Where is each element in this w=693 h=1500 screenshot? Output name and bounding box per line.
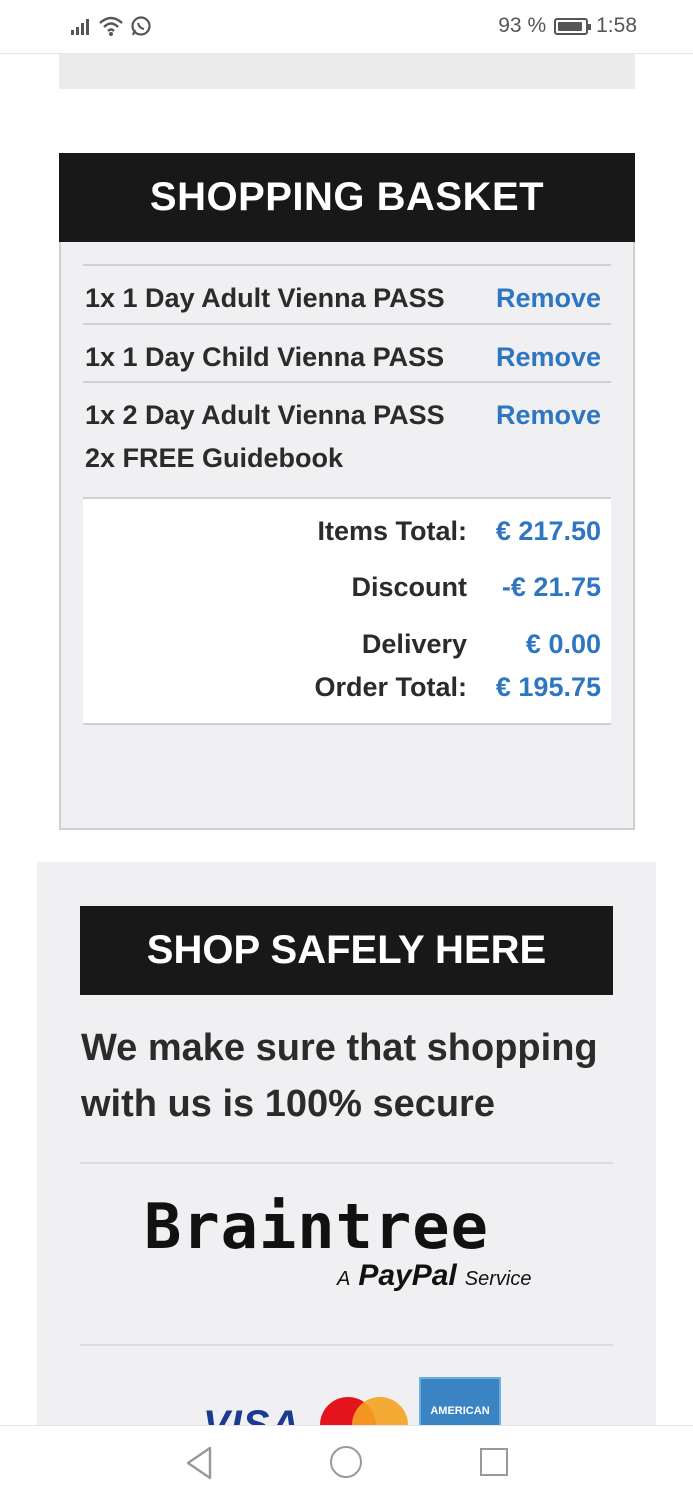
delivery-label: Delivery (361, 629, 467, 659)
paypal-a: A (337, 1268, 351, 1290)
basket-item: 1x 1 Day Child Vienna PASS Remove (83, 323, 611, 381)
paypal-logo: PayPal (358, 1259, 457, 1292)
status-icons-right: 93 % 1:58 (498, 14, 637, 38)
order-totals: Items Total: € 217.50 Discount -€ 21.75 … (83, 497, 611, 725)
signal-icon (71, 19, 89, 35)
mastercard-logo (320, 1397, 410, 1427)
payment-cards: VISA AMERICAN (203, 1377, 503, 1427)
remove-link[interactable]: Remove (496, 342, 601, 373)
basket-title: SHOPPING BASKET (59, 153, 635, 242)
remove-link[interactable]: Remove (496, 400, 601, 431)
top-grey-strip (59, 54, 635, 89)
basket-item-label: 1x 1 Day Adult Vienna PASS (85, 283, 445, 313)
order-total-row: Order Total: € 195.75 (314, 672, 601, 703)
battery-icon (554, 17, 592, 35)
paypal-service: Service (464, 1268, 532, 1290)
amex-logo: AMERICAN (419, 1377, 501, 1427)
braintree-logo: Braintree (144, 1190, 489, 1263)
recent-apps-icon[interactable] (480, 1448, 508, 1476)
android-nav-bar (0, 1425, 693, 1500)
items-total-value: € 217.50 (495, 516, 601, 546)
discount-row: Discount -€ 21.75 (351, 572, 601, 603)
items-total-label: Items Total: (317, 516, 467, 546)
discount-label: Discount (351, 572, 467, 602)
basket-item: 1x 2 Day Adult Vienna PASS Remove 2x FRE… (83, 381, 611, 496)
order-total-value: € 195.75 (495, 672, 601, 702)
status-bar: 93 % 1:58 (0, 0, 693, 54)
divider (80, 1162, 613, 1164)
delivery-value: € 0.00 (525, 629, 601, 659)
back-icon[interactable] (184, 1446, 214, 1480)
items-total-row: Items Total: € 217.50 (317, 516, 601, 547)
basket-item: 1x 1 Day Adult Vienna PASS Remove (83, 264, 611, 323)
shopping-basket-panel: SHOPPING BASKET 1x 1 Day Adult Vienna PA… (59, 153, 635, 830)
remove-link[interactable]: Remove (496, 283, 601, 314)
paypal-service-line: A PayPal Service (337, 1259, 531, 1293)
shop-safely-panel: SHOP SAFELY HERE We make sure that shopp… (37, 862, 656, 1462)
status-icons-left (70, 15, 152, 37)
basket-item-extra: 2x FREE Guidebook (85, 443, 344, 473)
basket-items: 1x 1 Day Adult Vienna PASS Remove 1x 1 D… (83, 264, 611, 496)
security-text: We make sure that shopping with us is 10… (81, 1027, 598, 1125)
basket-item-label: 1x 2 Day Adult Vienna PASS (85, 400, 445, 430)
wifi-icon (99, 16, 123, 36)
delivery-row: Delivery € 0.00 (362, 629, 601, 660)
visa-logo: VISA (203, 1403, 301, 1427)
order-total-label: Order Total: (314, 672, 467, 702)
discount-value: -€ 21.75 (501, 572, 601, 602)
battery-percent: 93 % (498, 14, 547, 37)
whatsapp-icon (131, 16, 151, 36)
home-icon[interactable] (330, 1446, 362, 1478)
clock: 1:58 (596, 14, 637, 37)
divider (80, 1344, 613, 1346)
shop-safely-title: SHOP SAFELY HERE (80, 906, 613, 995)
basket-item-label: 1x 1 Day Child Vienna PASS (85, 342, 445, 372)
